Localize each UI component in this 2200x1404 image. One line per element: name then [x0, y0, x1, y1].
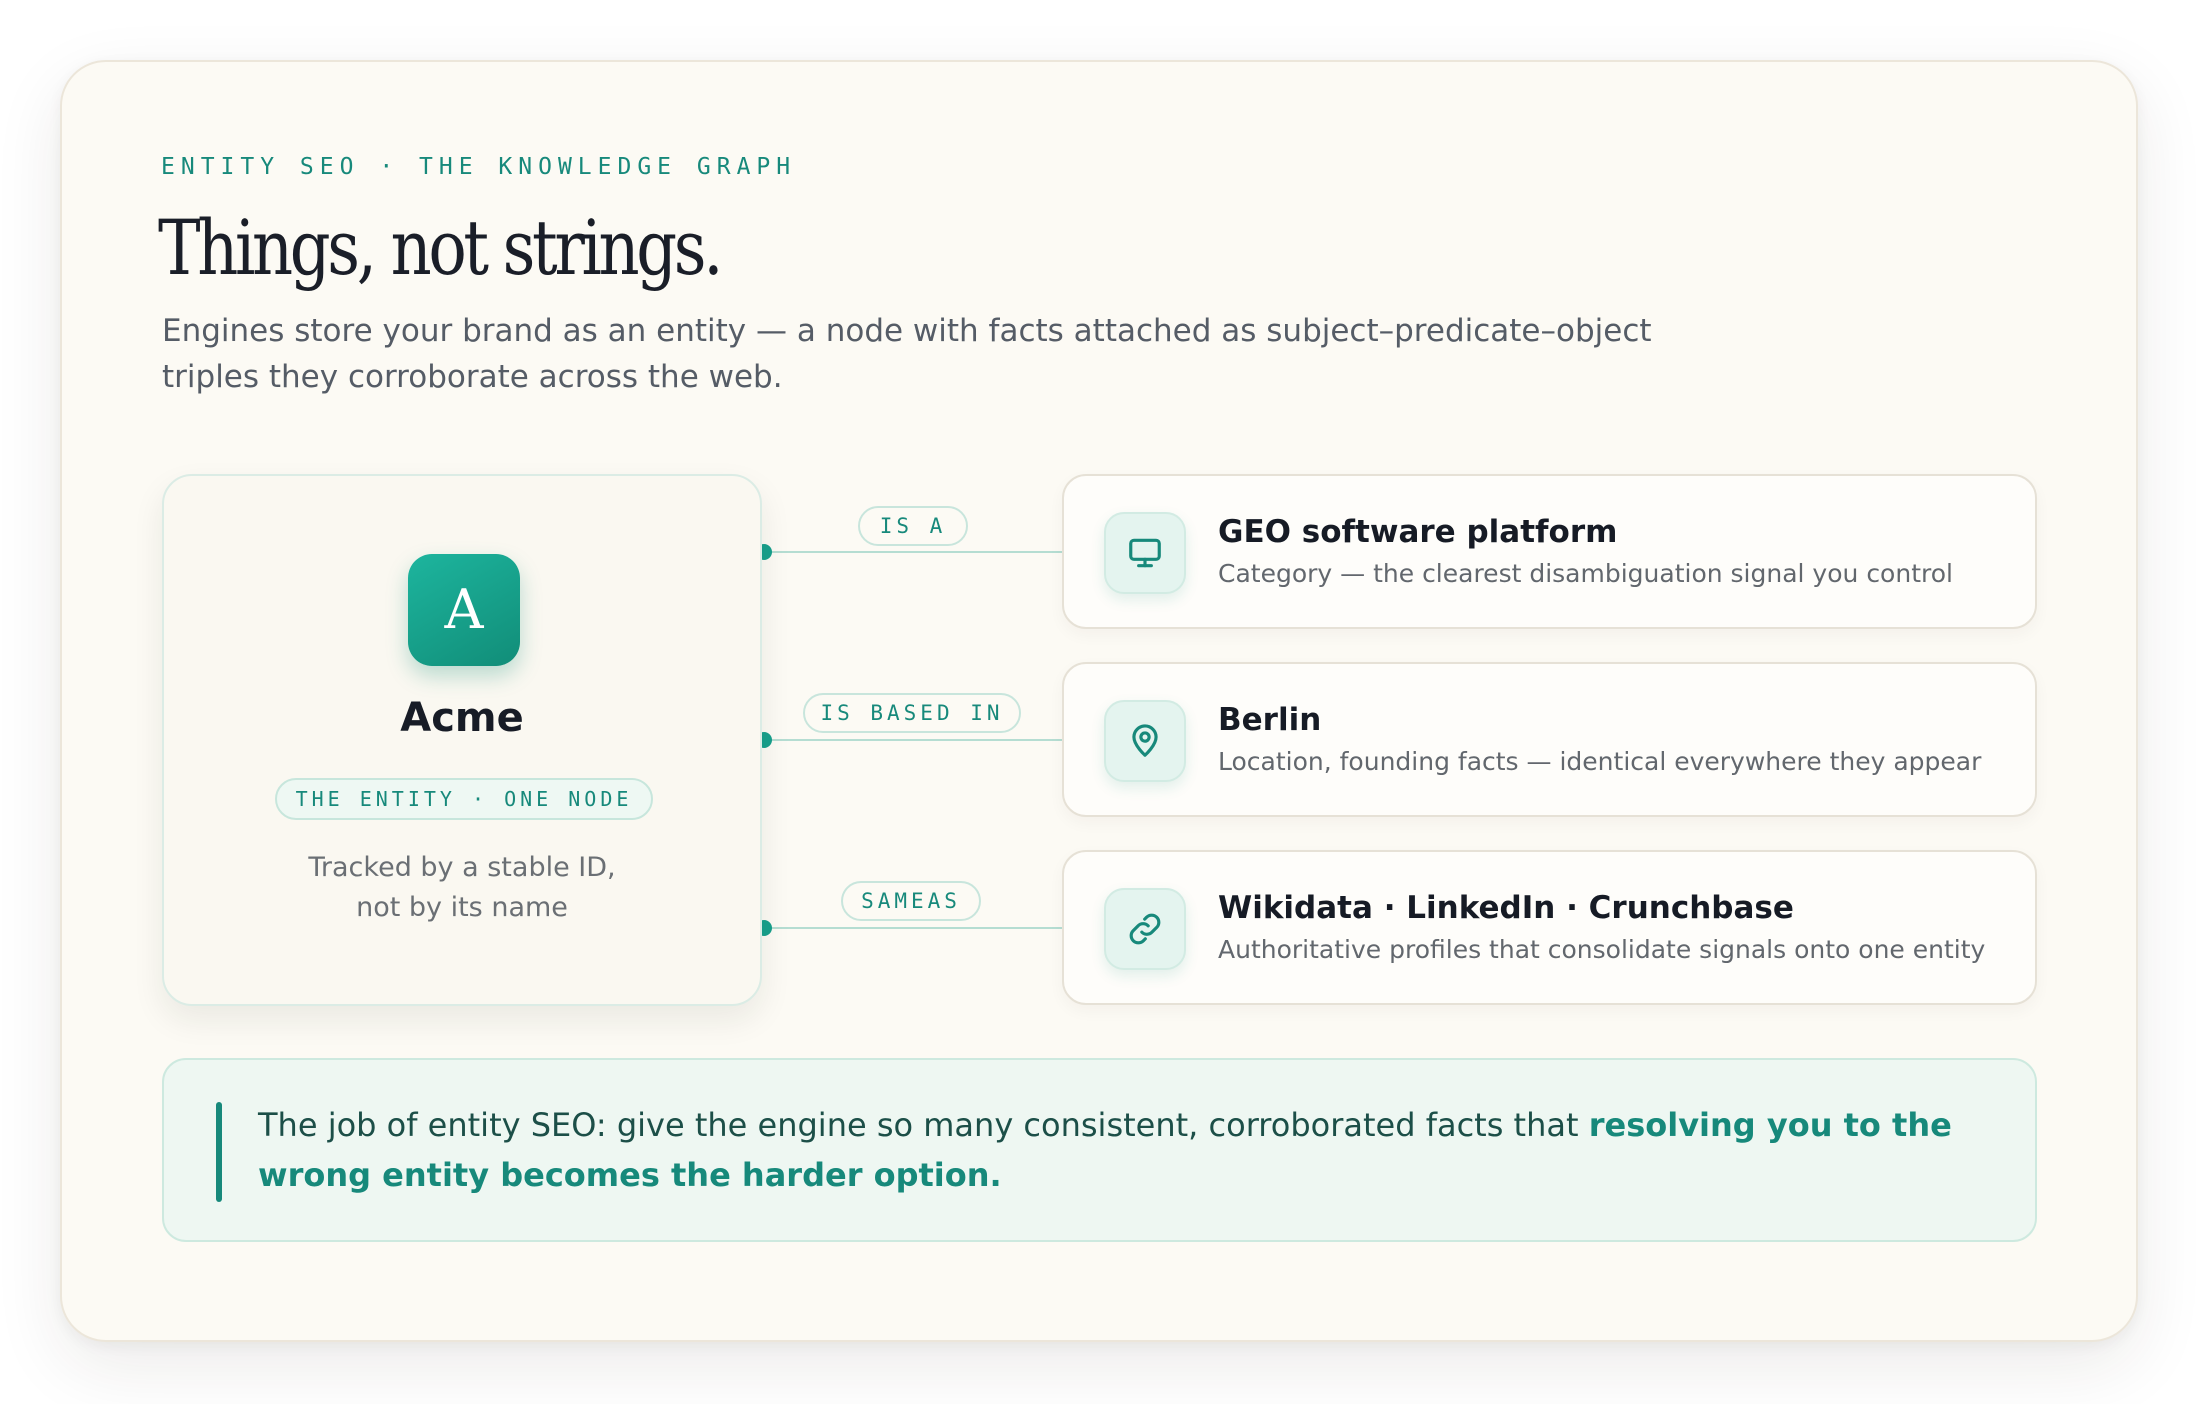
map-pin-icon	[1104, 700, 1186, 782]
entity-avatar: A	[408, 554, 520, 666]
fact-card-location: Berlin Location, founding facts — identi…	[1062, 662, 2037, 817]
entity-badge: THE ENTITY · ONE NODE	[275, 778, 653, 820]
entity-name: Acme	[400, 695, 524, 741]
fact-card-profiles: Wikidata · LinkedIn · Crunchbase Authori…	[1062, 850, 2037, 1005]
callout-text: The job of entity SEO: give the engine s…	[258, 1100, 1998, 1200]
fact-card-category: GEO software platform Category — the cle…	[1062, 474, 2037, 629]
entity-note-line-2: not by its name	[356, 892, 568, 923]
fact-description: Authoritative profiles that consolidate …	[1218, 935, 1986, 964]
callout-box: The job of entity SEO: give the engine s…	[162, 1058, 2037, 1242]
monitor-icon	[1104, 512, 1186, 594]
fact-title: Berlin	[1218, 702, 1322, 738]
callout-accent-bar	[216, 1102, 222, 1202]
predicate-label-is-a: IS A	[858, 506, 968, 546]
callout-lead: The job of entity SEO: give the engine s…	[258, 1106, 1589, 1144]
entity-node: A Acme THE ENTITY · ONE NODE Tracked by …	[162, 474, 762, 1006]
predicate-label-based-in: IS BASED IN	[803, 693, 1021, 733]
fact-title: Wikidata · LinkedIn · Crunchbase	[1218, 890, 1794, 926]
fact-description: Location, founding facts — identical eve…	[1218, 747, 1982, 776]
fact-description: Category — the clearest disambiguation s…	[1218, 559, 1953, 588]
predicate-label-sameas: SAMEAS	[841, 881, 981, 921]
entity-note: Tracked by a stable ID, not by its name	[164, 848, 760, 928]
entity-note-line-1: Tracked by a stable ID,	[308, 852, 616, 883]
link-icon	[1104, 888, 1186, 970]
fact-title: GEO software platform	[1218, 514, 1618, 550]
